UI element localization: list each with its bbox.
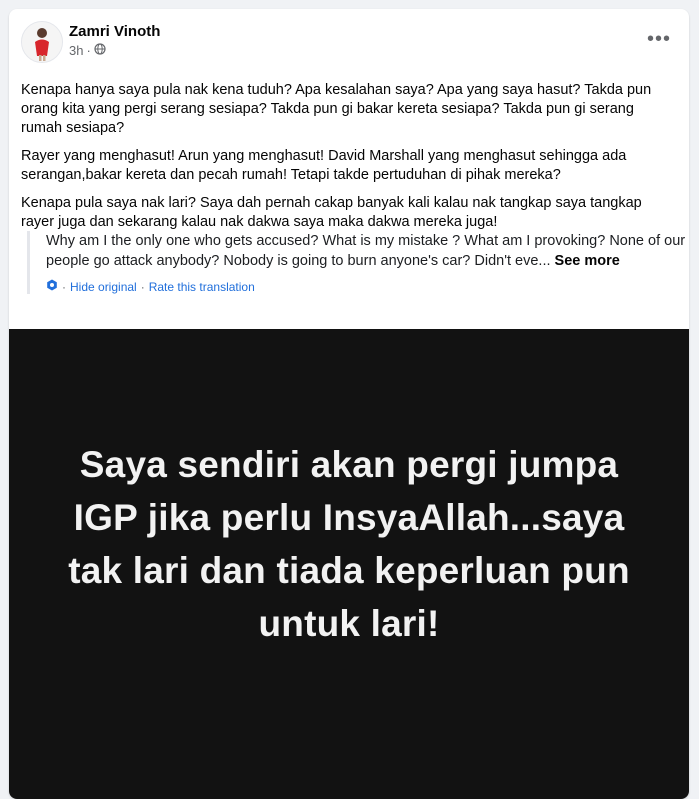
post-body: Kenapa hanya saya pula nak kena tuduh? A… bbox=[21, 81, 673, 241]
post-meta: 3h · bbox=[69, 43, 106, 58]
author-name[interactable]: Zamri Vinoth bbox=[69, 23, 160, 40]
translation-text-container: Why am I the only one who gets accused? … bbox=[46, 231, 689, 271]
link-separator: · bbox=[140, 279, 145, 294]
ellipsis-icon[interactable]: ••• bbox=[641, 25, 677, 53]
post-card: Zamri Vinoth 3h · ••• Kenapa hanya saya … bbox=[9, 9, 689, 799]
translation-links: · Hide original · Rate this translation bbox=[46, 279, 689, 294]
translation-block: Why am I the only one who gets accused? … bbox=[27, 231, 689, 294]
hide-original-link[interactable]: Hide original bbox=[70, 280, 137, 294]
post-paragraph: Rayer yang menghasut! Arun yang menghasu… bbox=[21, 148, 627, 183]
post-header: Zamri Vinoth 3h · ••• bbox=[9, 9, 689, 69]
avatar[interactable] bbox=[21, 21, 63, 63]
post-time[interactable]: 3h bbox=[69, 43, 83, 58]
post-paragraph: Kenapa pula saya nak lari? Saya dah pern… bbox=[21, 195, 642, 230]
post-image-text: Saya sendiri akan pergi jumpa IGP jika p… bbox=[68, 444, 630, 644]
post-paragraph: Kenapa hanya saya pula nak kena tuduh? A… bbox=[21, 82, 652, 136]
see-more-link[interactable]: See more bbox=[555, 253, 620, 269]
link-separator: · bbox=[62, 279, 66, 294]
post-image[interactable]: Saya sendiri akan pergi jumpa IGP jika p… bbox=[9, 329, 689, 799]
rate-translation-link[interactable]: Rate this translation bbox=[149, 280, 255, 294]
translate-icon bbox=[46, 279, 58, 294]
avatar-image bbox=[22, 22, 62, 62]
globe-icon bbox=[94, 43, 106, 58]
meta-separator: · bbox=[86, 43, 91, 58]
